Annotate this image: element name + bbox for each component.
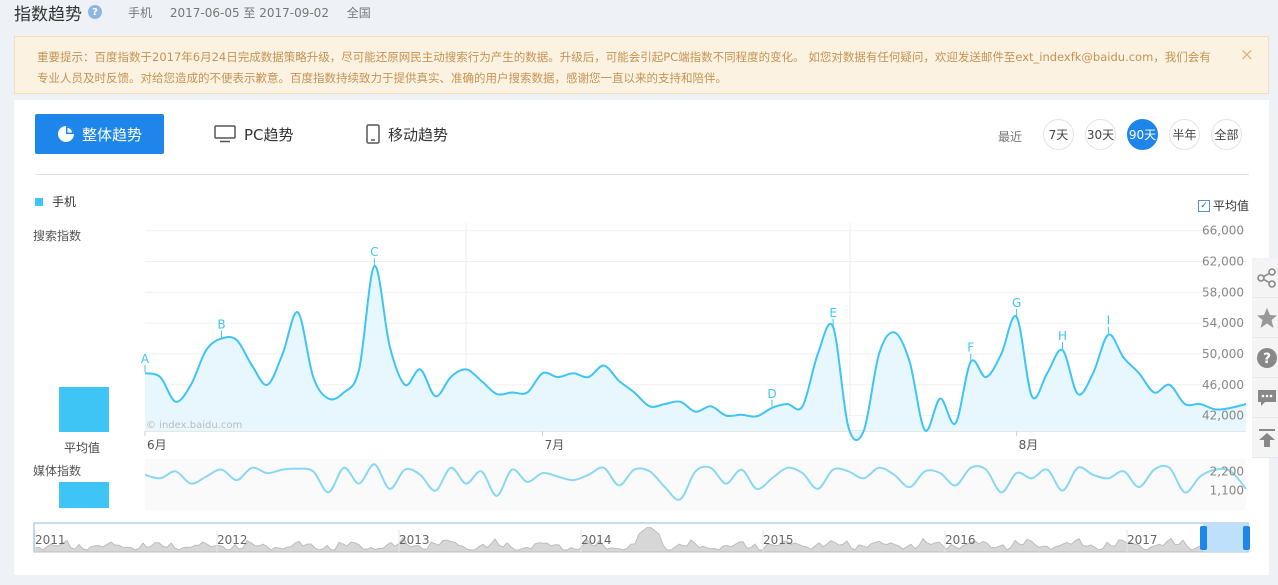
question-icon: ? (1257, 347, 1277, 368)
svg-text:?: ? (1263, 351, 1271, 367)
side-toolbar: ? (1252, 258, 1278, 458)
overview-year-label: 2017 (1127, 533, 1158, 547)
star-icon (1257, 307, 1277, 328)
brush-left-handle[interactable] (1200, 526, 1207, 550)
back-to-top-button[interactable] (1252, 418, 1278, 458)
overview-year-label: 2011 (35, 533, 66, 547)
overview-brush-chart[interactable]: 2011 2012 2013 2014 2015 2016 2017 (0, 0, 1278, 560)
overview-year-label: 2012 (217, 533, 248, 547)
overview-year-label: 2015 (763, 533, 794, 547)
overview-year-label: 2016 (945, 533, 976, 547)
favorite-button[interactable] (1252, 298, 1278, 338)
chat-icon (1258, 389, 1276, 406)
overview-year-label: 2014 (581, 533, 612, 547)
brush-right-handle[interactable] (1243, 526, 1250, 550)
share-icon (1257, 267, 1276, 288)
brush-selection[interactable] (1203, 524, 1247, 552)
feedback-button[interactable] (1252, 378, 1278, 418)
help-button[interactable]: ? (1252, 338, 1278, 378)
arrow-up-icon (1259, 428, 1275, 447)
overview-year-label: 2013 (399, 533, 430, 547)
share-button[interactable] (1252, 258, 1278, 298)
